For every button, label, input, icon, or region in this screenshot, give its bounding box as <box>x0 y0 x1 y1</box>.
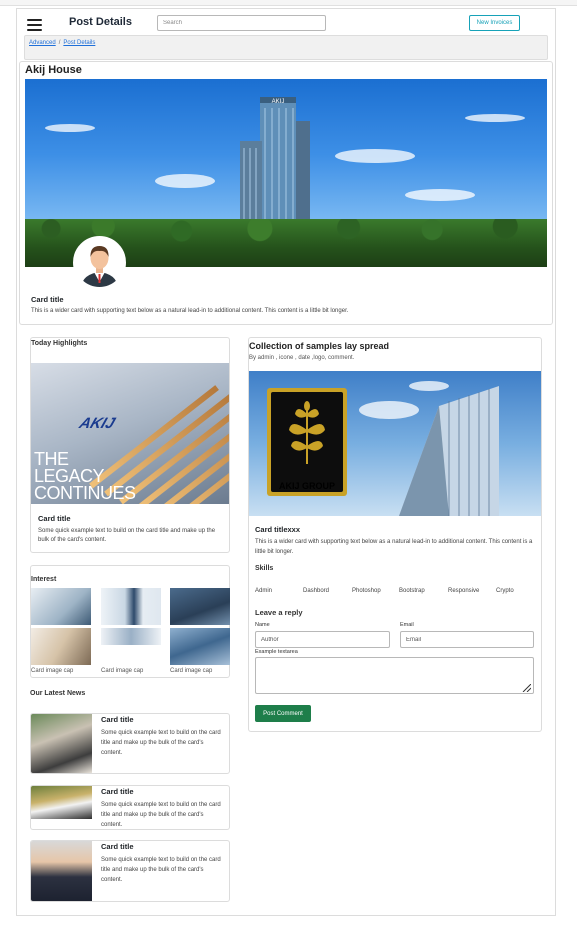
skill-responsive[interactable]: Responsive <box>448 588 479 594</box>
legacy-image-text: THE LEGACY CONTINUES <box>34 449 136 503</box>
akij-group-logo: AKIJ GROUP <box>267 388 347 496</box>
interest-image-desk[interactable] <box>31 628 91 665</box>
hero-card-title: Card title <box>31 295 64 304</box>
news-image-3 <box>31 841 92 901</box>
post-comment-button[interactable]: Post Comment <box>255 705 311 722</box>
interest-section-title: Interest <box>31 576 57 583</box>
news-title-1: Card title <box>101 715 134 724</box>
interest-image-group[interactable] <box>101 628 161 645</box>
email-label: Email <box>400 622 414 628</box>
news-card-2[interactable]: Card title Some quick example text to bu… <box>30 785 230 830</box>
skill-crypto[interactable]: Crypto <box>496 588 514 594</box>
comment-textarea[interactable] <box>255 657 534 694</box>
resize-handle-icon[interactable] <box>522 684 531 692</box>
skill-bootstrap[interactable]: Bootstrap <box>399 588 425 594</box>
interest-image-team[interactable] <box>170 588 230 625</box>
breadcrumb-link-advanced[interactable]: Advanced <box>29 40 56 46</box>
post-card-title: Card titlexxx <box>255 525 301 534</box>
skill-admin[interactable]: Admin <box>255 588 272 594</box>
browser-top-strip <box>0 0 577 6</box>
breadcrumb-link-post-details[interactable]: Post Details <box>63 40 95 46</box>
avatar <box>73 236 126 289</box>
reply-title: Leave a reply <box>255 608 303 617</box>
post-meta: By admin , icone , date ,logo, comment. <box>249 355 355 361</box>
new-invoices-button[interactable]: New Invoices <box>469 15 520 31</box>
interest-caption-3: Card image cap <box>170 668 213 674</box>
news-section-title: Our Latest News <box>30 690 86 697</box>
menu-icon[interactable] <box>27 19 42 31</box>
news-text-3: Some quick example text to build on the … <box>101 857 221 883</box>
page-title: Post Details <box>69 16 132 28</box>
news-title-3: Card title <box>101 842 134 851</box>
hero-card-text: This is a wider card with supporting tex… <box>31 308 349 314</box>
interest-caption-1: Card image cap <box>31 668 74 674</box>
akij-group-logo-label: AKIJ GROUP <box>278 481 335 491</box>
interest-image-handshake[interactable] <box>101 588 161 625</box>
interest-image-meeting[interactable] <box>31 588 91 625</box>
news-card-3[interactable]: Card title Some quick example text to bu… <box>30 840 230 902</box>
legacy-image-brand: AKIJ <box>76 415 118 432</box>
news-title-2: Card title <box>101 787 134 796</box>
skill-dashbord[interactable]: Dashbord <box>303 588 329 594</box>
email-field[interactable] <box>400 631 534 648</box>
skills-title: Skills <box>255 565 274 572</box>
breadcrumb: Advanced / Post Details <box>24 35 548 60</box>
post-card-text: This is a wider card with supporting tex… <box>255 539 533 555</box>
svg-text:AKIJ: AKIJ <box>272 99 285 105</box>
news-card-1[interactable]: Card title Some quick example text to bu… <box>30 713 230 774</box>
interest-image-finance[interactable] <box>170 628 230 665</box>
news-image-2 <box>31 786 92 819</box>
breadcrumb-separator: / <box>58 40 61 46</box>
textarea-label: Example textarea <box>255 649 298 655</box>
highlights-card-text: Some quick example text to build on the … <box>38 528 216 543</box>
highlights-card-title: Card title <box>38 514 71 523</box>
interest-caption-2: Card image cap <box>101 668 144 674</box>
post-title: Collection of samples lay spread <box>249 341 390 351</box>
name-field[interactable] <box>255 631 390 648</box>
news-text-2: Some quick example text to build on the … <box>101 802 221 828</box>
search-input[interactable] <box>157 15 326 31</box>
name-label: Name <box>255 622 270 628</box>
hero-title: Akij House <box>25 64 82 76</box>
news-image-1 <box>31 714 92 773</box>
highlights-section-title: Today Highlights <box>31 340 88 347</box>
skill-photoshop[interactable]: Photoshop <box>352 588 381 594</box>
news-text-1: Some quick example text to build on the … <box>101 730 221 756</box>
